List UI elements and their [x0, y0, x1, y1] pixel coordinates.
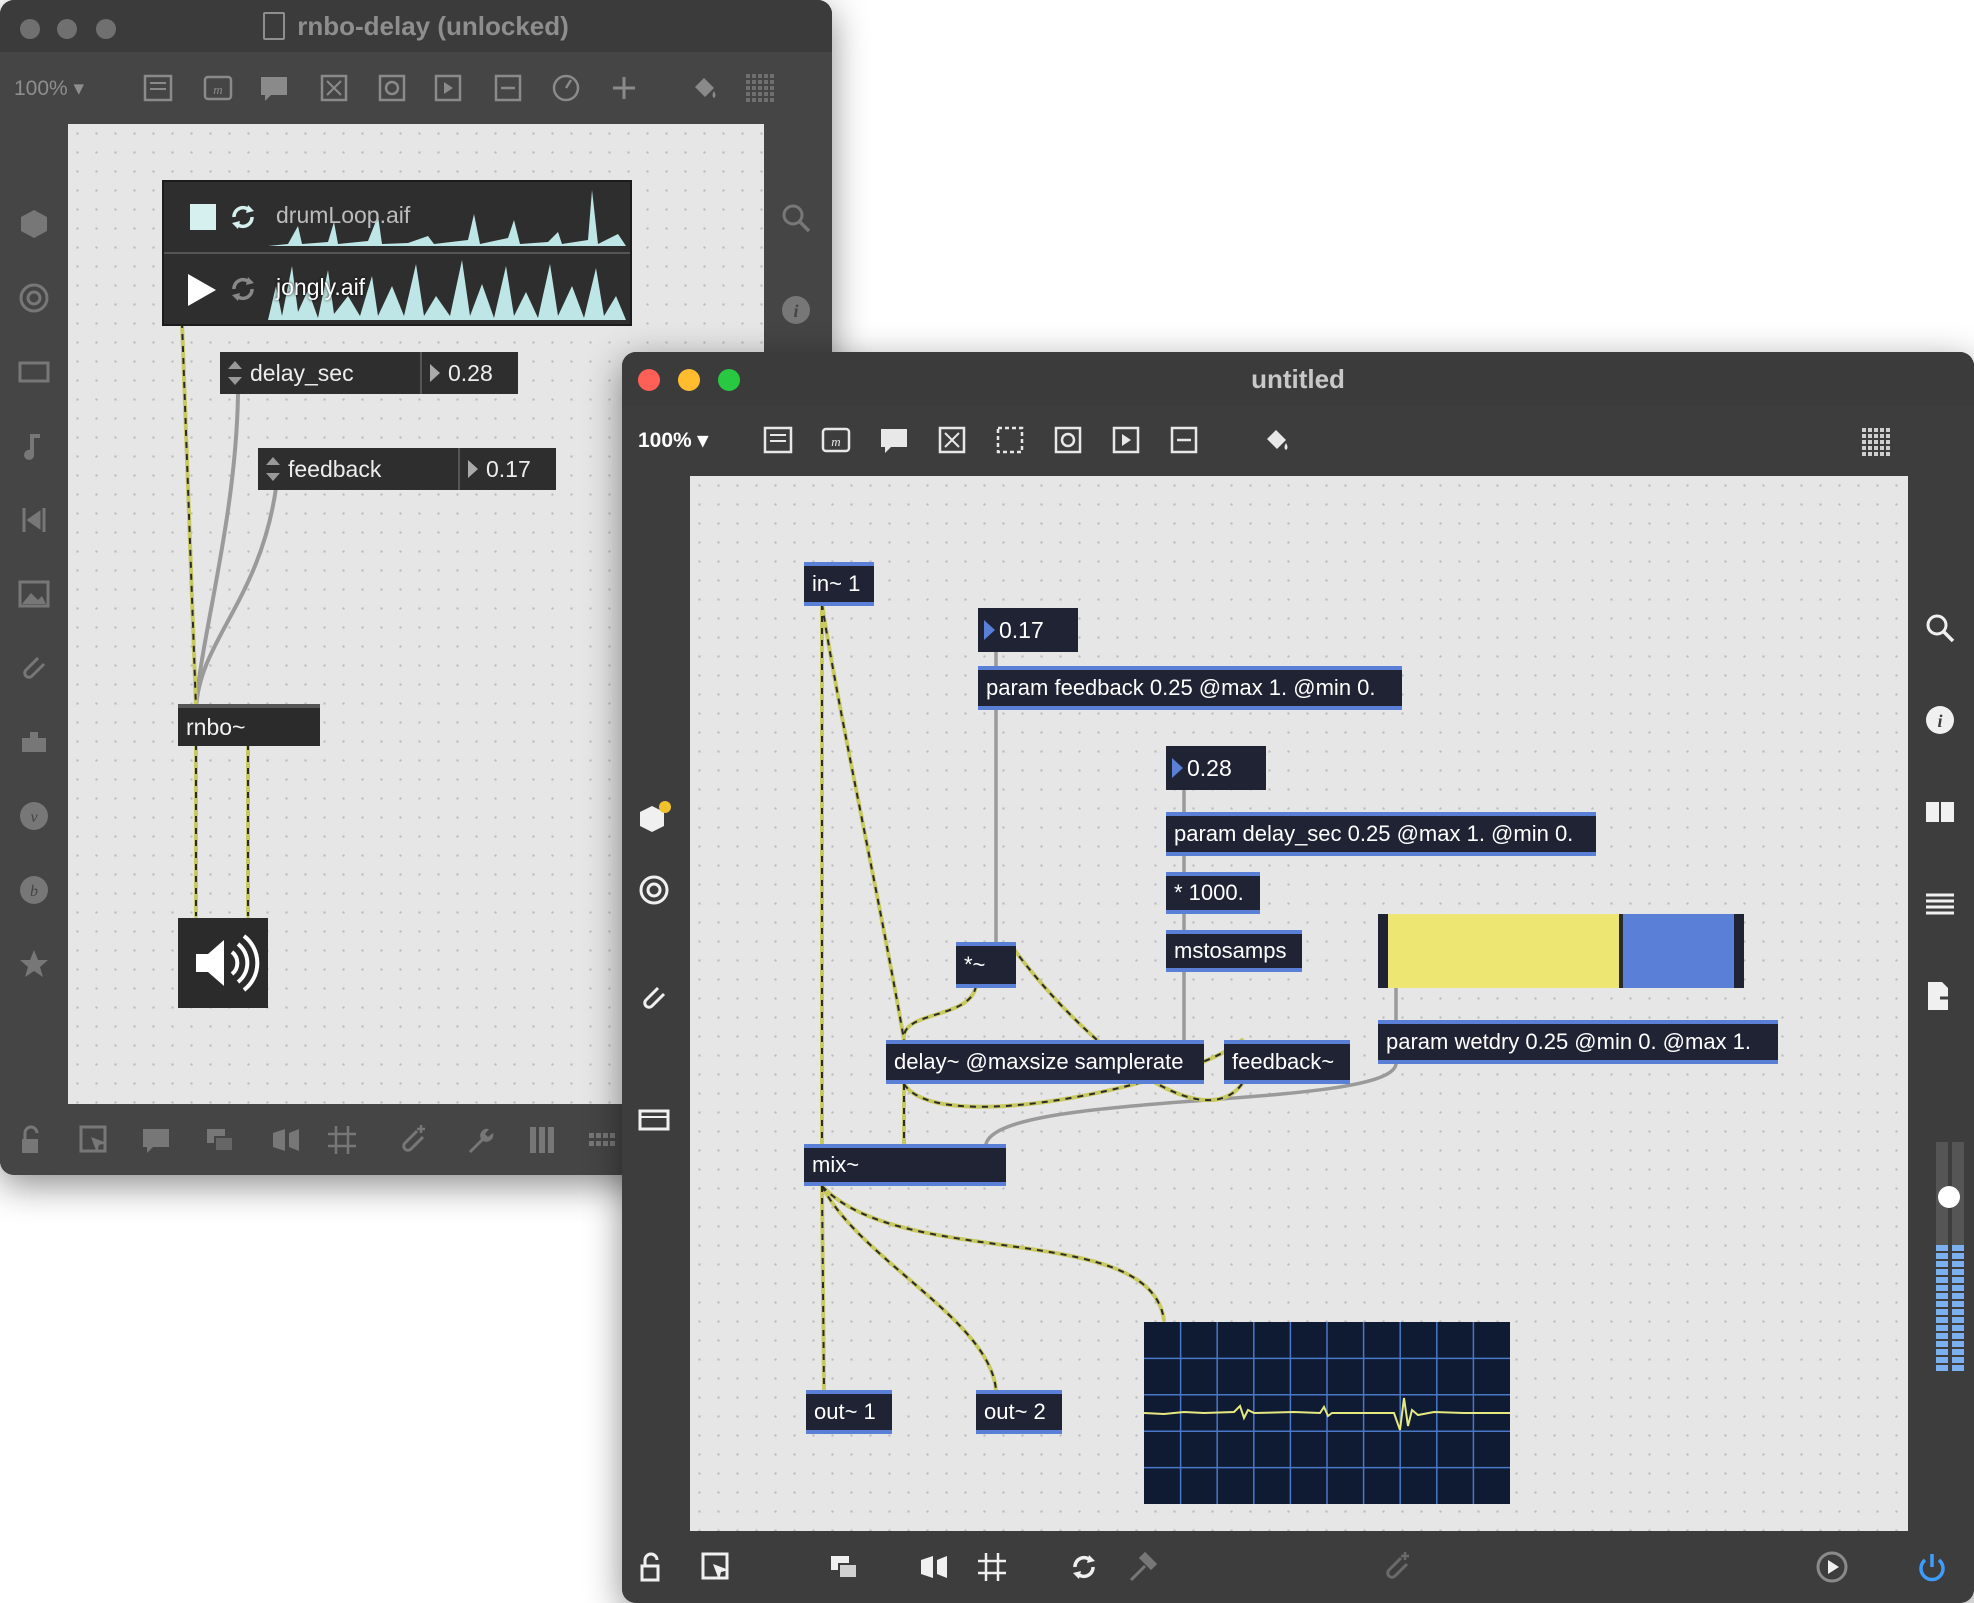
- number-arrow-icon: [984, 620, 995, 640]
- scope-grid: [1143, 1322, 1510, 1504]
- param-feedback-object[interactable]: param feedback 0.25 @max 1. @min 0.: [978, 666, 1402, 710]
- delay-object[interactable]: delay~ @maxsize samplerate: [886, 1040, 1204, 1084]
- cord-mix-to-out2: [820, 1184, 998, 1392]
- slider-fill: [1388, 914, 1623, 988]
- mstosamps-object[interactable]: mstosamps: [1166, 930, 1302, 972]
- front-patch-cords: [820, 602, 1398, 1392]
- feedback-number-box[interactable]: 0.17: [978, 608, 1078, 652]
- wetdry-slider[interactable]: [1378, 914, 1744, 988]
- mult-1000-object[interactable]: * 1000.: [1166, 872, 1260, 914]
- param-wetdry-object[interactable]: param wetdry 0.25 @min 0. @max 1.: [1378, 1020, 1778, 1064]
- cord-mult-to-delay: [901, 984, 978, 1042]
- mult-signal-object[interactable]: *~: [956, 942, 1016, 988]
- param-delay-object[interactable]: param delay_sec 0.25 @max 1. @min 0.: [1166, 812, 1596, 856]
- oscilloscope[interactable]: [1143, 1322, 1510, 1504]
- cord-mix-to-scope: [820, 1184, 1166, 1322]
- out1-object[interactable]: out~ 1: [806, 1390, 892, 1434]
- delay-number-box[interactable]: 0.28: [1166, 746, 1266, 790]
- out2-object[interactable]: out~ 2: [976, 1390, 1062, 1434]
- number-arrow-icon: [1172, 758, 1183, 778]
- mix-object[interactable]: mix~: [804, 1144, 1006, 1186]
- in-object[interactable]: in~ 1: [804, 562, 874, 606]
- feedback-signal-object[interactable]: feedback~: [1224, 1040, 1350, 1084]
